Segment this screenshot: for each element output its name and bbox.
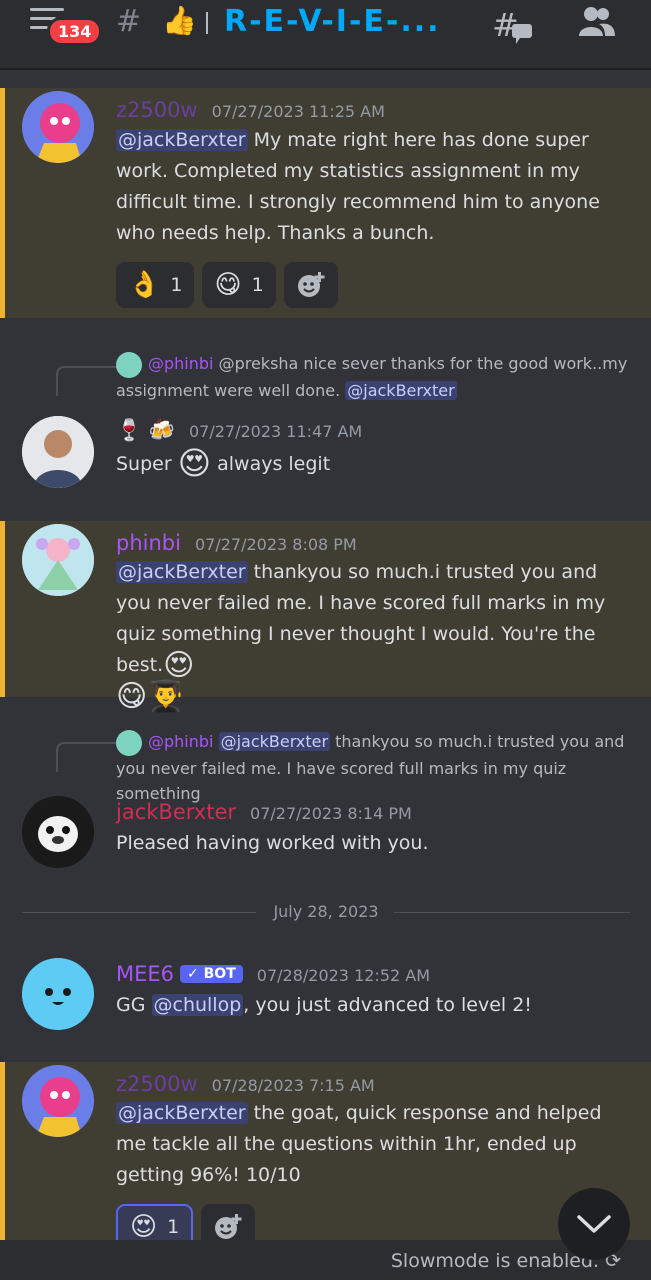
separator: [206, 12, 208, 34]
reply-connector: [56, 742, 116, 772]
channel-emoji: 👍: [162, 4, 197, 37]
avatar[interactable]: [22, 1065, 94, 1137]
author-name[interactable]: MEE6: [116, 962, 174, 986]
heart-eyes-emoji: 😍: [163, 648, 195, 683]
message-text: Super: [116, 453, 178, 475]
reaction-count: 1: [167, 1216, 180, 1238]
scroll-to-bottom-button[interactable]: [558, 1188, 630, 1260]
chevron-down-icon: [577, 1215, 611, 1233]
message-item[interactable]: @phinbi @preksha nice sever thanks for t…: [0, 338, 651, 508]
message-content: @jackBerxter My mate right here has done…: [116, 125, 636, 249]
timestamp: 07/27/2023 8:14 PM: [250, 804, 412, 823]
reaction-chip[interactable]: 😋 1: [202, 262, 276, 308]
timestamp: 07/28/2023 12:52 AM: [256, 966, 431, 985]
date-divider: July 28, 2023: [22, 898, 630, 928]
members-icon[interactable]: [577, 4, 617, 44]
message-item[interactable]: z2500w 07/27/2023 11:25 AM @jackBerxter M…: [0, 88, 651, 318]
message-content: @jackBerxter the goat, quick response an…: [116, 1098, 636, 1191]
notification-badge: 134: [47, 17, 103, 46]
message-text: always legit: [211, 453, 331, 475]
divider-label: July 28, 2023: [273, 902, 379, 921]
user-mention[interactable]: @jackBerxter: [345, 380, 457, 400]
avatar[interactable]: [22, 958, 94, 1030]
message-item[interactable]: @phinbi @jackBerxter thankyou so much.i …: [0, 718, 651, 888]
emoji-line: 😋👨‍🎓: [116, 679, 185, 714]
reaction-chip[interactable]: 👌 1: [116, 262, 195, 308]
add-reaction-button[interactable]: [283, 262, 338, 308]
reaction-count: 1: [170, 274, 183, 296]
message-content: Pleased having worked with you.: [116, 828, 636, 859]
avatar[interactable]: [22, 796, 94, 868]
heart-eyes-emoji: 😍: [177, 444, 212, 482]
message-text: , you just advanced to level 2!: [243, 994, 532, 1016]
reply-preview[interactable]: @phinbi @preksha nice sever thanks for t…: [116, 351, 636, 403]
message-author-line: jackBerxter 07/27/2023 8:14 PM: [116, 800, 412, 824]
reply-avatar: [116, 729, 142, 756]
author-name[interactable]: phinbi: [116, 531, 181, 555]
user-mention[interactable]: @jackBerxter: [116, 129, 248, 151]
message-author-line: z2500w 07/28/2023 7:15 AM: [116, 1072, 375, 1096]
message-author-line: phinbi 07/27/2023 8:08 PM: [116, 531, 357, 555]
timestamp: 07/27/2023 8:08 PM: [194, 535, 357, 554]
user-mention[interactable]: @jackBerxter: [116, 561, 248, 583]
message-content: GG @chullop, you just advanced to level …: [116, 990, 636, 1021]
reply-author: @phinbi: [148, 354, 214, 373]
bot-badge: ✓ BOT: [180, 965, 243, 983]
message-author-line: 🍷 🍻 07/27/2023 11:47 AM: [116, 418, 362, 443]
user-mention[interactable]: @jackBerxter: [218, 732, 331, 751]
avatar[interactable]: [22, 91, 94, 163]
message-content: Super 😍 always legit: [116, 447, 636, 480]
threads-icon[interactable]: #: [492, 6, 534, 50]
ok-hand-emoji: 👌: [128, 270, 161, 300]
message-item[interactable]: phinbi 07/27/2023 8:08 PM @jackBerxter th…: [0, 521, 651, 712]
author-name[interactable]: z2500w: [116, 1072, 198, 1096]
add-reaction-icon: [297, 272, 325, 297]
message-content: @jackBerxter thankyou so much.i trusted …: [116, 557, 636, 716]
reaction-count: 1: [251, 274, 264, 296]
channel-name[interactable]: R-E-V-I-E-...: [224, 4, 441, 39]
bot-label: BOT: [203, 966, 236, 982]
message-author-line: MEE6 ✓ BOT 07/28/2023 12:52 AM: [116, 962, 430, 986]
author-emoji-name[interactable]: 🍷 🍻: [116, 418, 175, 442]
timestamp: 07/28/2023 7:15 AM: [211, 1076, 375, 1095]
reply-avatar: [116, 351, 142, 378]
reply-connector: [56, 366, 116, 396]
hash-icon: #: [116, 4, 142, 39]
avatar[interactable]: [22, 416, 94, 488]
slowmode-text: Slowmode is enabled.: [390, 1250, 600, 1272]
message-text: Pleased having worked with you.: [116, 832, 429, 854]
avatar[interactable]: [22, 524, 94, 596]
reactions-bar: 👌 1 😋 1: [116, 262, 338, 308]
timestamp: 07/27/2023 11:25 AM: [211, 102, 385, 121]
message-item[interactable]: MEE6 ✓ BOT 07/28/2023 12:52 AM GG @chullop…: [0, 950, 651, 1050]
reply-author: @phinbi: [148, 732, 214, 751]
user-mention[interactable]: @chullop: [151, 994, 244, 1016]
yum-emoji: 😋: [214, 270, 242, 300]
add-reaction-icon: [215, 1214, 242, 1239]
author-name[interactable]: jackBerxter: [116, 800, 236, 824]
composer-footer: Slowmode is enabled. ⟳: [0, 1240, 651, 1280]
message-author-line: z2500w 07/27/2023 11:25 AM: [116, 98, 385, 122]
channel-header: 134 # 👍 R-E-V-I-E-... #: [0, 0, 651, 70]
timestamp: 07/27/2023 11:47 AM: [188, 422, 363, 441]
reply-preview[interactable]: @phinbi @jackBerxter thankyou so much.i …: [116, 729, 636, 806]
message-item[interactable]: z2500w 07/28/2023 7:15 AM @jackBerxter th…: [0, 1062, 651, 1250]
message-text: GG: [116, 994, 152, 1016]
user-mention[interactable]: @jackBerxter: [116, 1102, 248, 1124]
author-name[interactable]: z2500w: [116, 98, 198, 122]
heart-eyes-emoji: 😍: [130, 1212, 158, 1242]
